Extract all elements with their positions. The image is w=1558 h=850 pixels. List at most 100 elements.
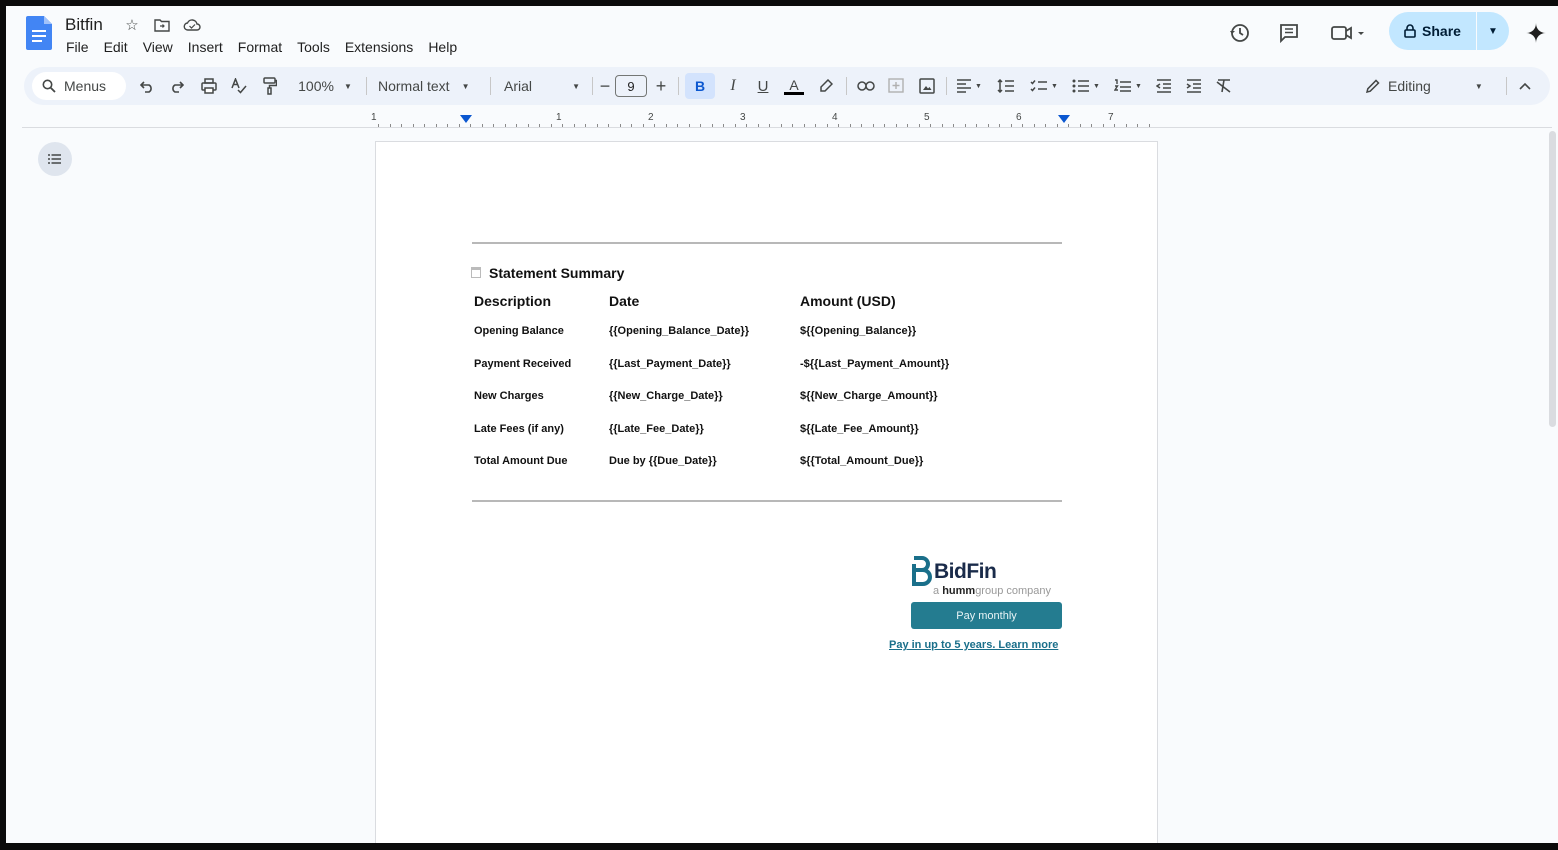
increase-font-size-button[interactable]: + — [652, 67, 670, 105]
paint-format-icon[interactable] — [259, 67, 281, 105]
add-comment-icon[interactable] — [884, 67, 908, 105]
bold-button[interactable]: B — [685, 73, 715, 99]
table-cell: {{Opening_Balance_Date}} — [609, 325, 749, 337]
table-cell: Total Amount Due — [474, 455, 568, 467]
menu-edit[interactable]: Edit — [104, 39, 128, 55]
bulleted-list-select[interactable]: ▼ — [1068, 67, 1104, 105]
collapse-menus-icon[interactable] — [1514, 67, 1536, 105]
menu-tools[interactable]: Tools — [297, 39, 330, 55]
undo-icon[interactable] — [136, 67, 158, 105]
table-cell: Due by {{Due_Date}} — [609, 455, 717, 467]
left-indent-marker[interactable] — [460, 115, 472, 123]
table-cell: ${{Total_Amount_Due}} — [800, 455, 924, 467]
caret-down-icon: ▼ — [975, 82, 982, 90]
insert-link-icon[interactable] — [854, 67, 878, 105]
print-icon[interactable] — [198, 67, 220, 105]
line-spacing-icon[interactable] — [994, 67, 1018, 105]
table-cell: Payment Received — [474, 358, 572, 370]
table-cell: ${{Opening_Balance}} — [800, 325, 917, 337]
ruler-number: 7 — [1108, 112, 1114, 123]
meet-icon[interactable] — [1328, 20, 1368, 46]
column-header: Description — [474, 293, 552, 309]
clear-formatting-icon[interactable] — [1212, 67, 1236, 105]
share-button-group: Share ▼ — [1389, 12, 1509, 50]
table-cell: Opening Balance — [474, 325, 564, 337]
horizontal-rule — [472, 500, 1062, 502]
text-color-swatch — [784, 91, 804, 95]
bidfin-brand: BidFin — [934, 560, 997, 583]
menu-format[interactable]: Format — [238, 39, 282, 55]
caret-down-icon: ▼ — [1051, 82, 1058, 90]
font-family-value: Arial — [504, 78, 533, 94]
font-family-select[interactable]: Arial ▼ — [500, 67, 584, 105]
increase-indent-icon[interactable] — [1182, 67, 1206, 105]
document-page[interactable]: Statement Summary Description Date Amoun… — [375, 141, 1158, 843]
ruler-number: 2 — [648, 112, 654, 123]
comments-icon[interactable] — [1276, 20, 1302, 46]
document-title[interactable]: Bitfin — [65, 15, 103, 35]
menu-file[interactable]: File — [66, 39, 89, 55]
underline-button[interactable]: U — [751, 67, 775, 105]
bidfin-logo[interactable]: BidFin a hummgroup company — [910, 556, 1070, 597]
pay-monthly-button[interactable]: Pay monthly — [911, 602, 1062, 629]
editing-mode-label: Editing — [1388, 78, 1431, 94]
table-cell: ${{New_Charge_Amount}} — [800, 390, 938, 402]
star-icon[interactable]: ☆ — [123, 16, 141, 34]
menu-extensions[interactable]: Extensions — [345, 39, 413, 55]
share-label: Share — [1422, 23, 1461, 39]
cloud-status-icon[interactable] — [183, 16, 201, 34]
table-cell: -${{Last_Payment_Amount}} — [800, 358, 950, 370]
italic-button[interactable]: I — [721, 67, 745, 105]
decrease-indent-icon[interactable] — [1152, 67, 1176, 105]
share-dropdown-button[interactable]: ▼ — [1477, 12, 1509, 50]
align-select[interactable]: ▼ — [952, 67, 986, 105]
decrease-font-size-button[interactable]: − — [596, 67, 614, 105]
caret-down-icon: ▼ — [1474, 81, 1483, 91]
zoom-select[interactable]: 100% ▼ — [291, 67, 359, 105]
text-color-button[interactable]: A — [782, 67, 806, 105]
menu-search-label: Menus — [64, 78, 107, 94]
menu-bar: File Edit View Insert Format Tools Exten… — [66, 39, 457, 55]
caret-down-icon: ▼ — [343, 81, 352, 91]
search-icon — [42, 79, 56, 93]
ruler-number: 1 — [371, 112, 377, 123]
share-button[interactable]: Share — [1389, 12, 1477, 50]
paragraph-style-select[interactable]: Normal text ▼ — [374, 67, 478, 105]
table-cell: New Charges — [474, 390, 544, 402]
bidfin-tagline: a hummgroup company — [933, 585, 1052, 597]
numbered-list-select[interactable]: ▼ — [1110, 67, 1146, 105]
checklist-icon — [1030, 80, 1048, 92]
editing-mode-select[interactable]: Editing ▼ — [1354, 71, 1496, 101]
ruler-number: 4 — [832, 112, 838, 123]
horizontal-ruler[interactable]: 1 1 2 3 4 5 6 7 — [22, 112, 1552, 128]
lock-icon — [1404, 24, 1416, 38]
pencil-icon — [1366, 79, 1380, 93]
font-size-input[interactable]: 9 — [615, 75, 647, 97]
docs-logo-icon[interactable] — [26, 16, 52, 50]
formatting-toolbar: Menus 100% ▼ Normal text ▼ Arial ▼ − 9 +… — [24, 67, 1550, 105]
vertical-scrollbar[interactable] — [1549, 131, 1556, 427]
menu-search[interactable]: Menus — [32, 72, 126, 100]
ruler-track — [371, 114, 1156, 128]
numbered-list-icon — [1114, 79, 1132, 92]
spellcheck-icon[interactable] — [228, 67, 250, 105]
bulleted-list-icon — [1072, 79, 1090, 93]
caret-down-icon: ▼ — [572, 81, 580, 91]
document-outline-icon[interactable] — [38, 142, 72, 176]
redo-icon[interactable] — [166, 67, 188, 105]
align-left-icon — [957, 79, 972, 93]
version-history-icon[interactable] — [1227, 20, 1253, 46]
table-handle-icon[interactable] — [471, 267, 481, 278]
right-indent-marker[interactable] — [1058, 115, 1070, 123]
gemini-sparkle-icon[interactable] — [1523, 20, 1549, 46]
move-folder-icon[interactable] — [153, 16, 171, 34]
highlight-pen-icon[interactable] — [814, 67, 838, 105]
docs-window: Bitfin ☆ File Edit View Insert Format To… — [6, 6, 1558, 843]
menu-view[interactable]: View — [143, 39, 173, 55]
menu-help[interactable]: Help — [428, 39, 457, 55]
menu-insert[interactable]: Insert — [188, 39, 223, 55]
checklist-select[interactable]: ▼ — [1026, 67, 1062, 105]
insert-image-icon[interactable] — [915, 67, 939, 105]
table-cell: Late Fees (if any) — [474, 423, 564, 435]
learn-more-link[interactable]: Pay in up to 5 years. Learn more — [889, 639, 1058, 651]
